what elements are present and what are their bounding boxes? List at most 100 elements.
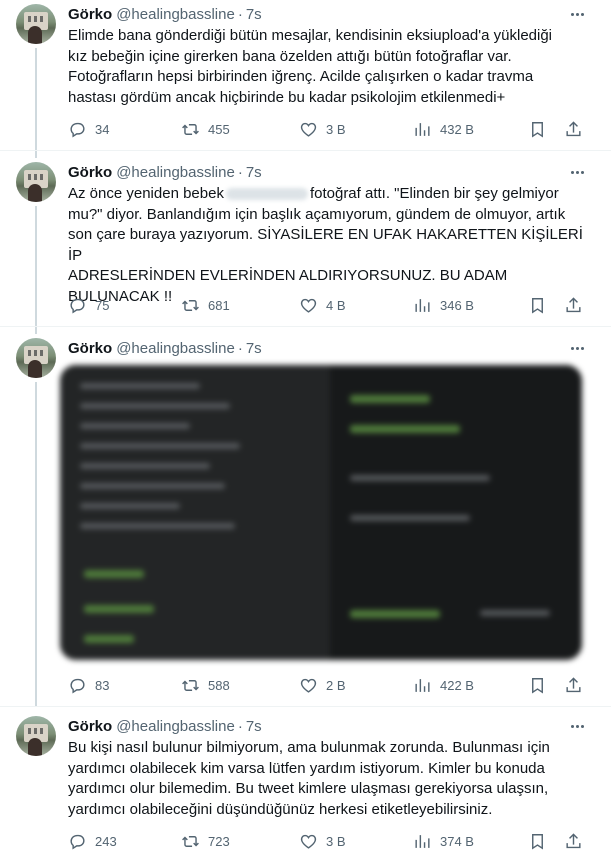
author-name[interactable]: Görko (68, 6, 112, 23)
separator-dot: · (237, 5, 243, 23)
timestamp[interactable]: 7s (246, 6, 262, 23)
redacted-text (225, 188, 308, 201)
reply-button[interactable]: 75 (68, 296, 109, 315)
author-name[interactable]: Görko (68, 718, 112, 735)
like-button[interactable]: 4 B (299, 296, 346, 315)
reply-button[interactable]: 83 (68, 676, 109, 695)
reply-count: 243 (95, 833, 117, 849)
timestamp[interactable]: 7s (246, 718, 262, 735)
retweet-count: 455 (208, 121, 230, 137)
like-count: 4 B (326, 297, 346, 313)
author-handle[interactable]: @healingbassline (116, 164, 235, 181)
reply-icon (70, 678, 85, 694)
thread-line (35, 382, 37, 707)
views-icon (415, 122, 430, 136)
views-button[interactable]: 346 B (413, 296, 474, 315)
tweet-actions: 75 681 4 B 346 B (68, 294, 599, 316)
reply-button[interactable]: 243 (68, 832, 117, 851)
tweet-text: Bu kişi nasıl bulunur bilmiyorum, ama bu… (68, 739, 550, 818)
tweet[interactable]: Görko @healingbassline · 7s Bu kişi nası… (68, 716, 599, 820)
divider (0, 706, 611, 707)
divider (0, 326, 611, 327)
heart-icon (300, 834, 317, 849)
views-button[interactable]: 432 B (413, 120, 474, 139)
bookmark-button[interactable] (528, 676, 547, 695)
timestamp[interactable]: 7s (246, 340, 262, 357)
more-icon[interactable] (565, 2, 589, 26)
thread-line (35, 206, 37, 334)
tweet-text: Az önce yeniden bebek fotoğraf attı. "Eli… (68, 184, 588, 307)
tweet-actions: 83 588 2 B 422 B (68, 674, 599, 696)
bookmark-icon (532, 121, 543, 138)
share-button[interactable] (564, 676, 583, 695)
reply-button[interactable]: 34 (68, 120, 109, 139)
separator-dot: · (237, 717, 243, 735)
retweet-count: 723 (208, 833, 230, 849)
retweet-button[interactable]: 681 (181, 296, 230, 315)
views-button[interactable]: 374 B (413, 832, 474, 851)
tweet-text-rest: fotoğraf attı. "Elinden bir şey gelmiyor… (68, 185, 583, 305)
author-name[interactable]: Görko (68, 340, 112, 357)
bookmark-icon (532, 297, 543, 314)
more-icon[interactable] (565, 714, 589, 738)
like-count: 2 B (326, 677, 346, 693)
reply-icon (70, 122, 85, 138)
avatar[interactable] (16, 338, 56, 378)
divider (0, 150, 611, 151)
avatar[interactable] (16, 4, 56, 44)
more-icon[interactable] (565, 336, 589, 360)
views-button[interactable]: 422 B (413, 676, 474, 695)
share-icon (566, 676, 581, 692)
bookmark-icon (532, 833, 543, 850)
tweet-actions: 34 455 3 B 432 B (68, 118, 599, 140)
like-button[interactable]: 3 B (299, 832, 346, 851)
share-icon (566, 296, 581, 312)
avatar[interactable] (16, 716, 56, 756)
reply-count: 75 (95, 297, 110, 313)
like-count: 3 B (326, 121, 346, 137)
share-button[interactable] (564, 120, 583, 139)
avatar[interactable] (16, 162, 56, 202)
like-button[interactable]: 2 B (299, 676, 346, 695)
tweet[interactable]: Görko @healingbassline · 7s Az önce yeni… (68, 162, 599, 307)
view-count: 422 B (440, 677, 474, 693)
views-icon (415, 678, 430, 692)
tweet[interactable]: Görko @healingbassline · 7s Elimde bana … (68, 4, 599, 108)
blurred-media-image[interactable] (60, 365, 582, 660)
heart-icon (300, 678, 317, 693)
bookmark-button[interactable] (528, 120, 547, 139)
retweet-icon (182, 299, 199, 311)
tweet-actions: 243 723 3 B 374 B (68, 830, 599, 852)
share-button[interactable] (564, 832, 583, 851)
reply-count: 83 (95, 677, 110, 693)
tweet-text-start: Az önce yeniden bebek (68, 185, 224, 202)
view-count: 374 B (440, 833, 474, 849)
retweet-button[interactable]: 588 (181, 676, 230, 695)
bookmark-icon (532, 677, 543, 694)
share-button[interactable] (564, 296, 583, 315)
tweet-text: Elimde bana gönderdiği bütün mesajlar, k… (68, 27, 553, 106)
author-handle[interactable]: @healingbassline (116, 6, 235, 23)
heart-icon (300, 298, 317, 313)
retweet-icon (182, 123, 199, 135)
views-icon (415, 834, 430, 848)
author-name[interactable]: Görko (68, 164, 112, 181)
separator-dot: · (237, 339, 243, 357)
bookmark-button[interactable] (528, 296, 547, 315)
reply-icon (70, 298, 85, 314)
retweet-button[interactable]: 455 (181, 120, 230, 139)
timestamp[interactable]: 7s (246, 164, 262, 181)
author-handle[interactable]: @healingbassline (116, 718, 235, 735)
like-button[interactable]: 3 B (299, 120, 346, 139)
more-icon[interactable] (565, 160, 589, 184)
separator-dot: · (237, 163, 243, 181)
share-icon (566, 832, 581, 848)
retweet-icon (182, 679, 199, 691)
retweet-button[interactable]: 723 (181, 832, 230, 851)
retweet-icon (182, 835, 199, 847)
reply-count: 34 (95, 121, 110, 137)
view-count: 346 B (440, 297, 474, 313)
tweet[interactable]: Görko @healingbassline · 7s (68, 338, 599, 358)
author-handle[interactable]: @healingbassline (116, 340, 235, 357)
bookmark-button[interactable] (528, 832, 547, 851)
